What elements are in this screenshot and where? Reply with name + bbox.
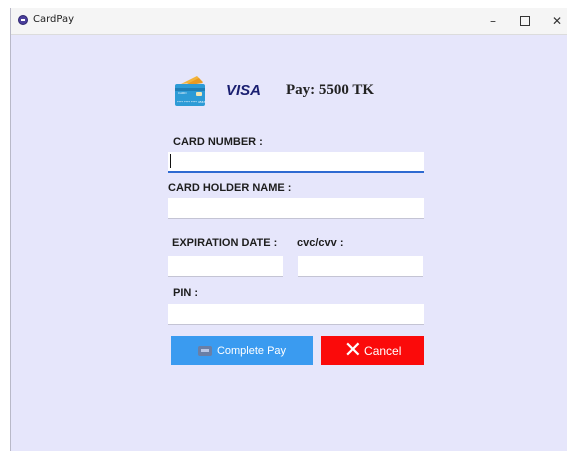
card-holder-name-label: CARD HOLDER NAME : — [168, 182, 292, 194]
card-icon-number: **** **** **** 4567 — [177, 100, 206, 104]
cancel-button[interactable]: ✕ Cancel — [321, 336, 424, 365]
card-number-input[interactable] — [168, 152, 424, 173]
credit-card-icon: CARD **** **** **** 4567 — [175, 76, 206, 106]
cvc-input[interactable] — [298, 256, 423, 277]
maximize-button[interactable] — [509, 8, 541, 34]
payment-icon — [197, 345, 212, 356]
card-icon-text: CARD — [178, 91, 187, 95]
title-bar[interactable]: CardPay – ✕ — [11, 8, 567, 35]
minimize-button[interactable]: – — [477, 8, 509, 34]
text-caret — [170, 154, 171, 168]
cvc-label: cvc/cvv : — [297, 237, 344, 249]
maximize-icon — [520, 16, 530, 26]
x-icon: ✕ — [343, 337, 363, 363]
cancel-label: Cancel — [364, 343, 402, 358]
card-number-label: CARD NUMBER : — [173, 136, 263, 148]
cardpay-window: CardPay – ✕ CARD **** **** **** 4567 VIS… — [10, 8, 567, 451]
complete-pay-label: Complete Pay — [216, 344, 287, 357]
window-title: CardPay — [33, 14, 75, 25]
complete-pay-button[interactable]: Complete Pay — [171, 336, 313, 365]
pin-input[interactable] — [168, 304, 424, 325]
expiration-date-input[interactable] — [168, 256, 283, 277]
app-logo-icon — [18, 15, 28, 25]
visa-logo: VISA — [226, 82, 262, 99]
expiration-date-label: EXPIRATION DATE : — [172, 237, 278, 249]
payment-amount: Pay: 5500 TK — [286, 82, 375, 98]
pin-label: PIN : — [173, 287, 199, 299]
close-button[interactable]: ✕ — [541, 8, 567, 34]
card-holder-name-input[interactable] — [168, 198, 424, 219]
